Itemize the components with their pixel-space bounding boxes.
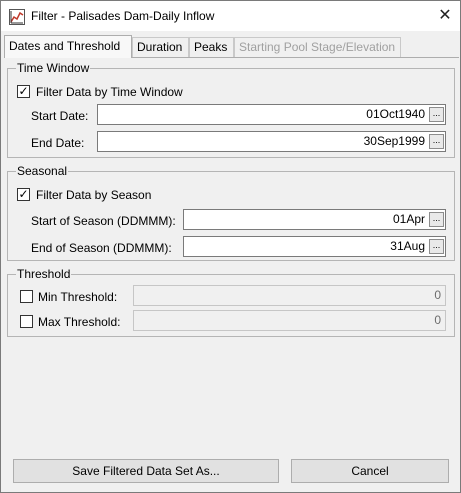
tab-peaks[interactable]: Peaks <box>189 37 234 57</box>
threshold-title: Threshold <box>16 267 72 281</box>
min-threshold-field: 0 <box>133 285 446 306</box>
season-checkbox-row[interactable]: ✓ Filter Data by Season <box>17 186 317 208</box>
min-threshold-label: Min Threshold: <box>38 290 118 304</box>
min-threshold-checkbox[interactable] <box>20 290 33 303</box>
seasonal-title: Seasonal <box>16 164 69 178</box>
start-of-season-browse-button[interactable]: ... <box>429 212 444 227</box>
end-date-browse-button[interactable]: ... <box>429 134 444 149</box>
max-threshold-label: Max Threshold: <box>38 315 121 329</box>
start-of-season-label: Start of Season (DDMMM): <box>31 214 176 228</box>
end-of-season-browse-button[interactable]: ... <box>429 239 444 254</box>
title-bar: Filter - Palisades Dam-Daily Inflow ✕ <box>1 1 460 31</box>
time-window-title: Time Window <box>16 61 91 75</box>
start-date-field[interactable]: 01Oct1940 <box>97 104 446 125</box>
end-date-label: End Date: <box>31 136 85 150</box>
start-of-season-field[interactable]: 01Apr <box>183 209 446 230</box>
start-date-label: Start Date: <box>31 109 89 123</box>
threshold-group: Threshold Min Threshold: 0 Max Threshold… <box>7 267 455 337</box>
time-window-checkbox[interactable]: ✓ <box>17 85 30 98</box>
tab-panel-dates-and-threshold: Time Window ✓ Filter Data by Time Window… <box>4 57 459 452</box>
start-date-browse-button[interactable]: ... <box>429 107 444 122</box>
season-checkbox[interactable]: ✓ <box>17 188 30 201</box>
end-of-season-label: End of Season (DDMMM): <box>31 241 172 255</box>
tab-duration[interactable]: Duration <box>132 37 189 57</box>
close-icon[interactable]: ✕ <box>430 1 460 31</box>
tab-starting-pool-stage: Starting Pool Stage/Elevation <box>234 37 401 57</box>
time-window-group: Time Window ✓ Filter Data by Time Window… <box>7 61 455 158</box>
time-window-checkbox-row[interactable]: ✓ Filter Data by Time Window <box>17 83 317 105</box>
tab-dates-and-threshold[interactable]: Dates and Threshold <box>4 35 132 58</box>
season-checkbox-label: Filter Data by Season <box>36 188 152 202</box>
seasonal-group: Seasonal ✓ Filter Data by Season Start o… <box>7 164 455 261</box>
max-threshold-field: 0 <box>133 310 446 331</box>
filter-dialog: Filter - Palisades Dam-Daily Inflow ✕ Da… <box>0 0 461 493</box>
max-threshold-checkbox[interactable] <box>20 315 33 328</box>
time-window-checkbox-label: Filter Data by Time Window <box>36 85 183 99</box>
window-title: Filter - Palisades Dam-Daily Inflow <box>31 9 215 23</box>
end-date-field[interactable]: 30Sep1999 <box>97 131 446 152</box>
save-filtered-data-button[interactable]: Save Filtered Data Set As... <box>13 459 279 483</box>
cancel-button[interactable]: Cancel <box>291 459 449 483</box>
chart-app-icon <box>9 9 25 25</box>
end-of-season-field[interactable]: 31Aug <box>183 236 446 257</box>
